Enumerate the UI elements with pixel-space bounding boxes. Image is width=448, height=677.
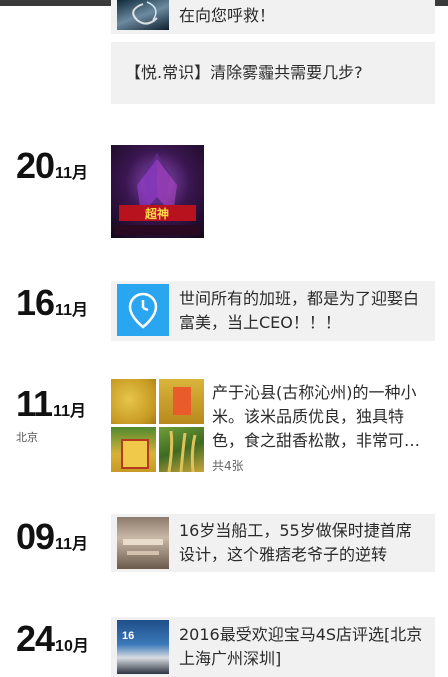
feed-card[interactable]: 在向您呼救！: [111, 0, 435, 34]
photo-gallery[interactable]: [111, 379, 204, 472]
date-month: 11月: [53, 403, 86, 420]
gallery-photo: [159, 379, 204, 424]
clock-pin-icon: [117, 284, 169, 336]
date-day: 20: [16, 145, 55, 186]
feed-card[interactable]: 世间所有的加班，都是为了迎娶白富美，当上CEO！！！: [111, 281, 435, 341]
card-thumbnail: [117, 0, 169, 30]
card-text: 世间所有的加班，都是为了迎娶白富美，当上CEO！！！: [179, 289, 420, 332]
card-thumbnail: [117, 517, 169, 569]
gallery-photo: [111, 379, 156, 424]
date-label: 2410月: [16, 618, 89, 660]
photo-count: 共4张: [212, 459, 244, 473]
date-label: 2011月: [16, 145, 88, 187]
swirl-image-icon: [132, 1, 158, 25]
date-day: 11: [16, 383, 53, 424]
date-month: 11月: [55, 165, 88, 182]
card-text: 在向您呼救！: [179, 6, 276, 25]
game-hero-icon: 超神: [115, 153, 200, 235]
date-day: 16: [16, 282, 55, 323]
post-image[interactable]: 超神: [111, 145, 204, 238]
gallery-photo: [159, 427, 204, 472]
date-label: 0911月: [16, 516, 88, 558]
date-month: 10月: [55, 638, 89, 655]
clock-pin-icon-graphic: [128, 292, 158, 329]
date-day: 24: [16, 618, 55, 659]
thumbnail-label: 16: [122, 630, 135, 642]
date-day: 09: [16, 516, 55, 557]
card-thumbnail: 16: [117, 620, 169, 674]
date-label: 1111月: [16, 383, 86, 425]
date-label: 1611月: [16, 282, 88, 324]
feed-card[interactable]: 16 2016最受欢迎宝马4S店评选[北京上海广州深圳]: [111, 617, 435, 677]
date-month: 11月: [55, 302, 88, 319]
location-label: 北京: [16, 431, 38, 444]
card-text: 2016最受欢迎宝马4S店评选[北京上海广州深圳]: [179, 625, 423, 668]
svg-text:超神: 超神: [144, 206, 169, 221]
gallery-photo: [111, 427, 156, 472]
feed-card[interactable]: 16岁当船工，55岁做保时捷首席设计，这个雅痞老爷子的逆转: [111, 514, 435, 572]
card-text: 【悦.常识】清除雾霾共需要几步?: [125, 63, 363, 82]
post-text: 产于沁县(古称沁州)的一种小米。该米品质优良，独具特色，食之甜香松散，非常可…: [212, 383, 421, 450]
card-text: 16岁当船工，55岁做保时捷首席设计，这个雅痞老爷子的逆转: [179, 521, 412, 564]
feed-card[interactable]: 【悦.常识】清除雾霾共需要几步?: [111, 42, 435, 104]
date-month: 11月: [55, 536, 88, 553]
